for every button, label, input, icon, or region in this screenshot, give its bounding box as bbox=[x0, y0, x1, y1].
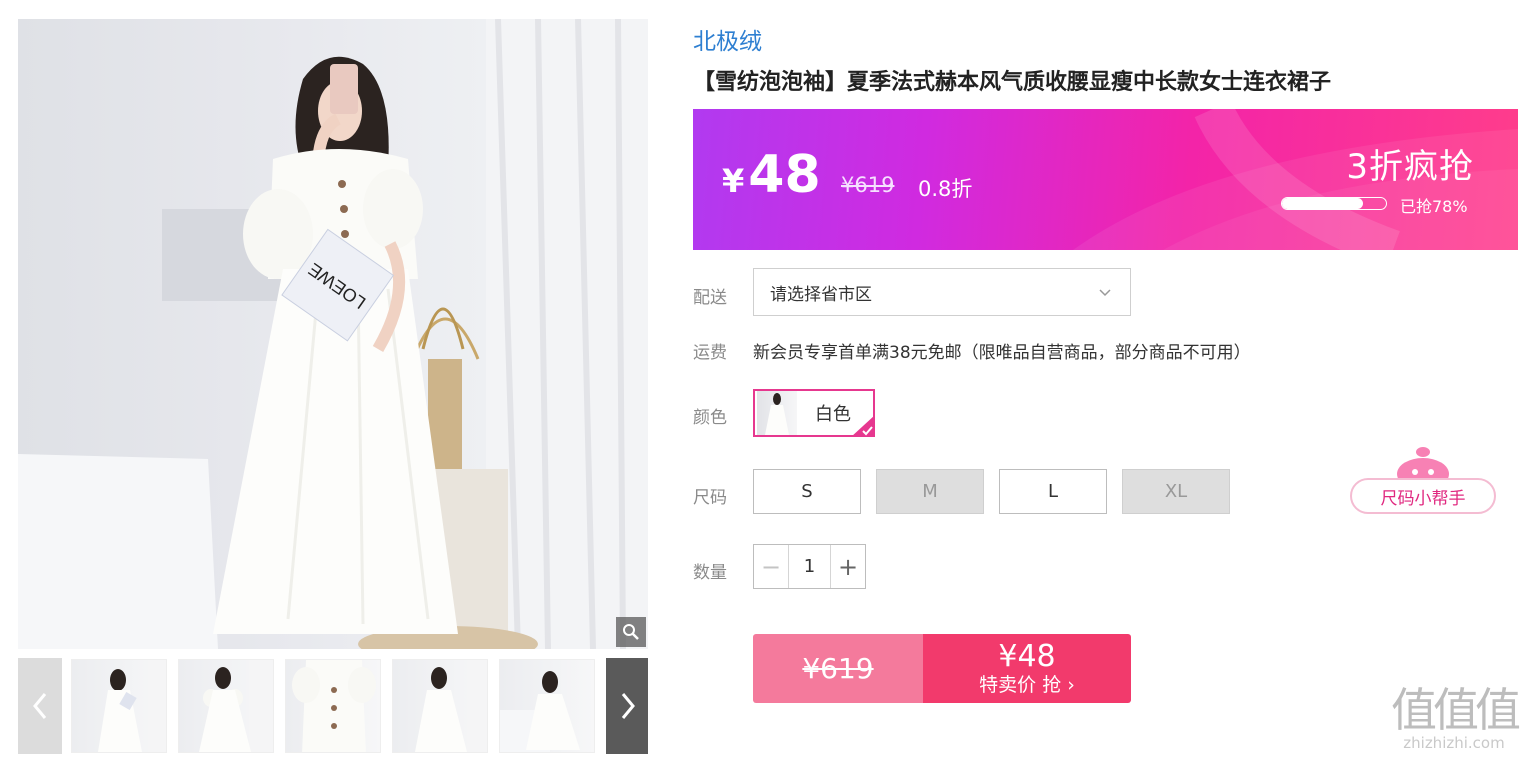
sold-progress-fill bbox=[1282, 198, 1364, 209]
color-option-label: 白色 bbox=[815, 404, 851, 425]
zoom-button[interactable] bbox=[616, 617, 646, 647]
size-option-l[interactable]: L bbox=[999, 469, 1107, 514]
buy-original-price: ¥619 bbox=[753, 634, 923, 703]
price-banner: ¥48 ¥619 0.8折 3折疯抢 已抢78% bbox=[693, 109, 1518, 250]
shipping-label: 运费 bbox=[693, 343, 727, 363]
size-option-m[interactable]: M bbox=[876, 469, 984, 514]
shipping-info: 新会员专享首单满38元免邮（限唯品自营商品，部分商品不可用） bbox=[753, 343, 1251, 363]
selected-check-icon bbox=[851, 415, 875, 437]
original-price: ¥619 bbox=[841, 173, 895, 197]
size-helper-button[interactable]: 尺码小帮手 bbox=[1350, 478, 1496, 514]
watermark-logo: 值值值 bbox=[1391, 683, 1521, 737]
thumbnail-next-button[interactable] bbox=[606, 658, 648, 754]
sale-price-value: 48 bbox=[748, 145, 821, 205]
thumbnail-2[interactable] bbox=[178, 659, 274, 753]
color-swatch-thumbnail bbox=[757, 391, 797, 435]
site-watermark: 值值值 zhizhizhi.com bbox=[1384, 686, 1524, 752]
buy-action-label: 特卖价 抢 › bbox=[979, 673, 1075, 696]
quantity-input[interactable]: 1 bbox=[788, 545, 831, 588]
chevron-left-icon bbox=[33, 693, 47, 719]
delivery-label: 配送 bbox=[693, 288, 727, 308]
buy-now-button[interactable]: ¥619 ¥48 特卖价 抢 › bbox=[753, 634, 1131, 703]
dress-photo: LOEWE bbox=[18, 19, 648, 649]
region-select[interactable]: 请选择省市区 bbox=[753, 268, 1131, 316]
thumbnail-1[interactable] bbox=[71, 659, 167, 753]
thumbnail-5[interactable] bbox=[499, 659, 595, 753]
sale-price: ¥48 bbox=[722, 145, 821, 205]
brand-name[interactable]: 北极绒 bbox=[693, 22, 762, 56]
size-label: 尺码 bbox=[693, 488, 727, 508]
main-product-image[interactable]: LOEWE bbox=[18, 19, 648, 649]
chevron-right-icon bbox=[621, 693, 635, 719]
quantity-increase-button[interactable]: + bbox=[831, 545, 865, 588]
quantity-decrease-button[interactable]: − bbox=[754, 545, 788, 588]
region-select-placeholder: 请选择省市区 bbox=[770, 284, 872, 305]
size-option-xl[interactable]: XL bbox=[1122, 469, 1230, 514]
product-title: 【雪纺泡泡袖】夏季法式赫本风气质收腰显瘦中长款女士连衣裙子 bbox=[693, 70, 1332, 95]
buy-sale-price: ¥48 bbox=[998, 638, 1056, 674]
thumbnail-3[interactable] bbox=[285, 659, 381, 753]
quantity-label: 数量 bbox=[693, 563, 727, 583]
chevron-down-icon bbox=[1099, 289, 1111, 297]
watermark-domain: zhizhizhi.com bbox=[1403, 734, 1505, 752]
discount-rate: 0.8折 bbox=[918, 177, 973, 201]
quantity-stepper: − 1 + bbox=[753, 544, 866, 589]
size-option-s[interactable]: S bbox=[753, 469, 861, 514]
sold-progress-bar bbox=[1281, 197, 1387, 210]
thumbnail-4[interactable] bbox=[392, 659, 488, 753]
thumbnail-prev-button[interactable] bbox=[18, 658, 62, 754]
thumbnail-strip bbox=[18, 658, 648, 754]
buy-sale-area[interactable]: ¥48 特卖价 抢 › bbox=[923, 634, 1131, 703]
promo-label: 3折疯抢 bbox=[1346, 147, 1474, 187]
color-label: 颜色 bbox=[693, 408, 727, 428]
color-option-white[interactable]: 白色 bbox=[753, 389, 875, 437]
currency-symbol: ¥ bbox=[722, 162, 745, 200]
sold-percentage: 已抢78% bbox=[1400, 197, 1468, 216]
magnifier-icon bbox=[623, 624, 639, 640]
